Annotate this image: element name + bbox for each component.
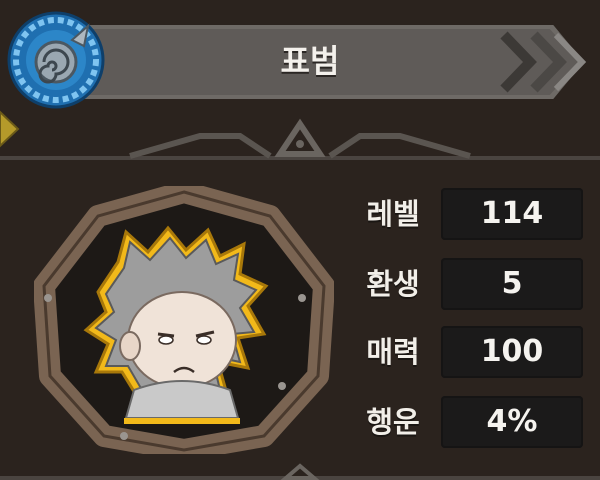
stat-row-level: 레벨 114 xyxy=(345,186,585,242)
stat-value-box: 114 xyxy=(441,188,583,240)
stat-row-charm: 매력 100 xyxy=(345,324,585,380)
stat-label: 행운 xyxy=(366,405,420,439)
stat-label: 매력 xyxy=(366,335,420,369)
spiral-emblem-icon xyxy=(7,11,105,109)
stat-value: 4% xyxy=(486,404,538,439)
stat-row-rebirth: 환생 5 xyxy=(345,256,585,312)
stat-value: 100 xyxy=(480,334,544,369)
stat-label: 레벨 xyxy=(366,197,420,231)
stat-value-box: 100 xyxy=(441,326,583,378)
ornament-divider xyxy=(0,118,600,160)
stat-row-luck: 행운 4% xyxy=(345,394,585,450)
bottom-ornament xyxy=(0,463,600,480)
character-portrait xyxy=(83,225,269,424)
stat-value-box: 5 xyxy=(441,258,583,310)
stat-label: 환생 xyxy=(366,267,420,301)
pet-name-title: 표범 xyxy=(280,42,340,80)
double-chevron-right-icon[interactable] xyxy=(494,25,590,99)
stat-value-box: 4% xyxy=(441,396,583,448)
stat-value: 114 xyxy=(480,196,544,231)
stat-value: 5 xyxy=(501,266,523,301)
pet-info-panel: 표범 레벨 114 환생 5 매력 100 행운 4% xyxy=(0,0,600,480)
